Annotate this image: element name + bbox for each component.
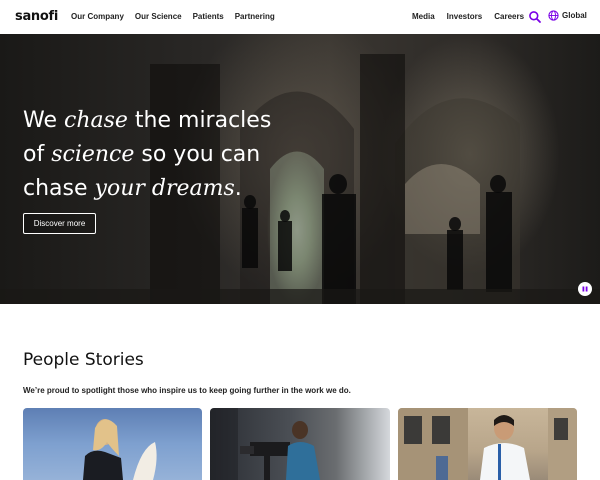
search-icon bbox=[529, 11, 541, 23]
pause-icon bbox=[582, 286, 588, 292]
headline-line-3: chase your dreams. bbox=[23, 176, 242, 201]
primary-nav: Our Company Our Science Patients Partner… bbox=[71, 12, 286, 21]
secondary-nav: Media Investors Careers bbox=[412, 12, 536, 21]
discover-more-button[interactable]: Discover more bbox=[23, 213, 96, 234]
headline-line-2: of science so you can bbox=[23, 142, 261, 167]
region-selector[interactable]: Global bbox=[548, 10, 587, 21]
story-card-image bbox=[398, 408, 577, 480]
nav-our-science[interactable]: Our Science bbox=[135, 12, 182, 21]
story-card-image bbox=[210, 408, 320, 480]
site-header: sanofi Our Company Our Science Patients … bbox=[0, 0, 600, 34]
region-label: Global bbox=[562, 11, 587, 20]
hero-banner: We chase the miracles of science so you … bbox=[0, 34, 600, 304]
section-title: People Stories bbox=[23, 350, 144, 370]
hero-headline: We chase the miracles of science so you … bbox=[23, 104, 271, 206]
nav-patients[interactable]: Patients bbox=[193, 12, 224, 21]
sanofi-logo[interactable]: sanofi bbox=[15, 9, 58, 24]
section-subtitle: We’re proud to spotlight those who inspi… bbox=[23, 386, 351, 395]
story-card[interactable] bbox=[210, 408, 390, 480]
story-card[interactable] bbox=[23, 408, 202, 480]
nav-partnering[interactable]: Partnering bbox=[235, 12, 275, 21]
story-card-image bbox=[83, 419, 157, 480]
video-pause-button[interactable] bbox=[578, 282, 592, 296]
nav-media[interactable]: Media bbox=[412, 12, 435, 21]
nav-investors[interactable]: Investors bbox=[447, 12, 483, 21]
story-card[interactable] bbox=[398, 408, 577, 480]
globe-icon bbox=[548, 10, 559, 21]
search-button[interactable] bbox=[528, 10, 542, 24]
nav-our-company[interactable]: Our Company bbox=[71, 12, 124, 21]
headline-line-1: We chase the miracles bbox=[23, 108, 272, 133]
nav-careers[interactable]: Careers bbox=[494, 12, 524, 21]
